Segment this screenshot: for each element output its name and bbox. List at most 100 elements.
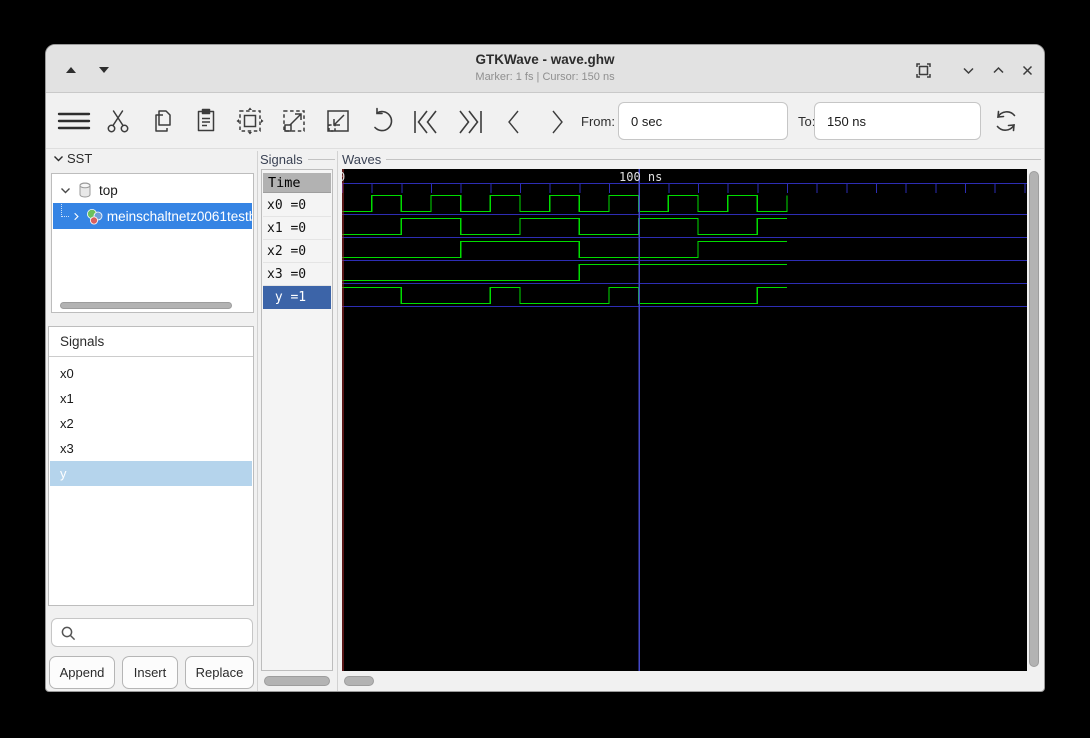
zoom-out-button[interactable]	[323, 106, 353, 136]
list-item-x0[interactable]: x0	[50, 361, 252, 386]
from-input[interactable]	[618, 102, 788, 140]
wave-name-row-x0[interactable]: x0 =0	[263, 194, 331, 217]
copy-button[interactable]	[149, 106, 175, 136]
fullscreen-icon	[915, 62, 931, 78]
replace-button-label: Replace	[195, 665, 244, 680]
time-column-header: Time	[263, 173, 331, 193]
chevron-up-icon	[992, 66, 1004, 73]
chevron-right-icon	[74, 212, 80, 220]
chevron-left-icon	[508, 110, 519, 134]
sst-expander[interactable]: SST	[52, 151, 92, 166]
previous-edge-button[interactable]	[501, 106, 527, 138]
copy-icon	[155, 110, 171, 132]
fullscreen-button[interactable]	[912, 59, 934, 81]
next-edge-button[interactable]	[544, 106, 570, 138]
zoom-in-icon	[283, 110, 305, 132]
paste-button[interactable]	[193, 106, 219, 136]
wave-name-row-x1[interactable]: x1 =0	[263, 217, 331, 240]
wave-names-box: Time x0 =0 x1 =0 x2 =0 x3 =0 y =1	[261, 169, 333, 671]
replace-button[interactable]: Replace	[185, 656, 254, 689]
wave-name-value: x2 =0	[267, 243, 307, 259]
go-to-start-button[interactable]	[410, 106, 442, 138]
skip-to-start-icon	[414, 110, 437, 134]
chevron-down-icon	[962, 67, 974, 74]
list-item-y-selected[interactable]: y	[50, 461, 252, 486]
waves-vertical-scrollbar[interactable]	[1029, 171, 1039, 667]
signals-list-header: Signals	[60, 334, 105, 349]
time-header-label: Time	[268, 174, 301, 191]
chevron-right-icon	[552, 110, 563, 134]
chevron-down-icon	[54, 156, 63, 162]
reload-icon	[996, 110, 1016, 132]
window-subtitle: Marker: 1 fs | Cursor: 150 ns	[475, 71, 615, 83]
to-label: To:	[798, 114, 816, 129]
scissors-icon	[107, 110, 129, 133]
gtkwave-window: GTKWave - wave.ghw Marker: 1 fs | Cursor…	[45, 44, 1045, 692]
database-cylinder-icon	[79, 182, 91, 198]
wave-name-value: x0 =0	[267, 197, 307, 213]
insert-button[interactable]: Insert	[122, 656, 178, 689]
from-label: From:	[581, 114, 615, 129]
wave-name-value: x3 =0	[267, 266, 307, 282]
wave-names-frame-label: Signals	[260, 152, 303, 167]
to-input[interactable]	[814, 102, 981, 140]
zoom-in-button[interactable]	[279, 106, 309, 136]
close-button[interactable]	[1016, 59, 1038, 81]
list-item-label: x3	[60, 441, 74, 456]
frame-border-line	[386, 159, 1041, 160]
frame-border-line	[308, 159, 335, 160]
list-item-x2[interactable]: x2	[50, 411, 252, 436]
zoom-fit-button[interactable]	[235, 106, 265, 136]
list-item-label: y	[60, 466, 67, 481]
sst-horizontal-scrollbar[interactable]	[60, 302, 232, 309]
maximize-button[interactable]	[987, 59, 1009, 81]
wave-name-value: y =1	[267, 290, 307, 305]
search-icon	[61, 626, 76, 641]
sst-tree-box: top meinschaltnetz0061testbench	[51, 173, 254, 313]
skip-to-end-icon	[459, 110, 482, 134]
screenshot-stage: GTKWave - wave.ghw Marker: 1 fs | Cursor…	[0, 0, 1090, 738]
divider	[49, 356, 253, 357]
reload-button[interactable]	[992, 106, 1020, 136]
zoom-out-icon	[327, 110, 349, 132]
wave-name-row-x2[interactable]: x2 =0	[263, 240, 331, 263]
list-item-x1[interactable]: x1	[50, 386, 252, 411]
tree-item-module[interactable]: meinschaltnetz0061testbench	[53, 203, 252, 229]
wave-names-horizontal-scrollbar[interactable]	[264, 676, 330, 686]
wave-name-row-y-selected[interactable]: y =1	[263, 286, 331, 309]
list-item-x3[interactable]: x3	[50, 436, 252, 461]
wave-canvas[interactable]: 0 100 ns	[342, 169, 1027, 671]
hamburger-menu-icon	[57, 112, 91, 130]
timescale-zero-label: 0	[342, 170, 345, 184]
undo-button[interactable]	[367, 106, 397, 136]
undo-arrow-icon	[374, 107, 393, 132]
paned-splitter[interactable]	[337, 151, 338, 691]
insert-button-label: Insert	[133, 665, 167, 680]
list-item-label: x2	[60, 416, 74, 431]
titlebar[interactable]: GTKWave - wave.ghw Marker: 1 fs | Cursor…	[46, 45, 1044, 93]
minimize-button[interactable]	[957, 59, 979, 81]
zoom-fit-icon	[236, 107, 264, 135]
waves-frame-label: Waves	[342, 152, 382, 167]
waves-horizontal-scrollbar[interactable]	[344, 676, 374, 686]
go-to-end-button[interactable]	[454, 106, 486, 138]
tree-item-top[interactable]: top	[53, 177, 252, 203]
paned-splitter[interactable]	[257, 151, 258, 691]
list-item-label: x0	[60, 366, 74, 381]
tree-item-label: top	[99, 182, 118, 198]
search-input[interactable]	[80, 620, 248, 645]
tree-guide-line	[61, 203, 70, 217]
cut-button[interactable]	[105, 106, 131, 136]
paste-clipboard-icon	[197, 108, 215, 132]
wave-name-row-x3[interactable]: x3 =0	[263, 263, 331, 286]
menu-button[interactable]	[56, 106, 92, 136]
signals-list-box: Signals x0 x1 x2 x3 y	[48, 326, 254, 606]
list-item-label: x1	[60, 391, 74, 406]
append-button-label: Append	[59, 665, 105, 680]
timescale-major-label: 100 ns	[619, 170, 663, 184]
toolbar: From: To:	[46, 94, 1044, 149]
append-button[interactable]: Append	[49, 656, 115, 689]
signal-search-box	[51, 618, 253, 647]
chevron-down-icon	[61, 187, 70, 193]
close-icon	[1022, 65, 1032, 75]
